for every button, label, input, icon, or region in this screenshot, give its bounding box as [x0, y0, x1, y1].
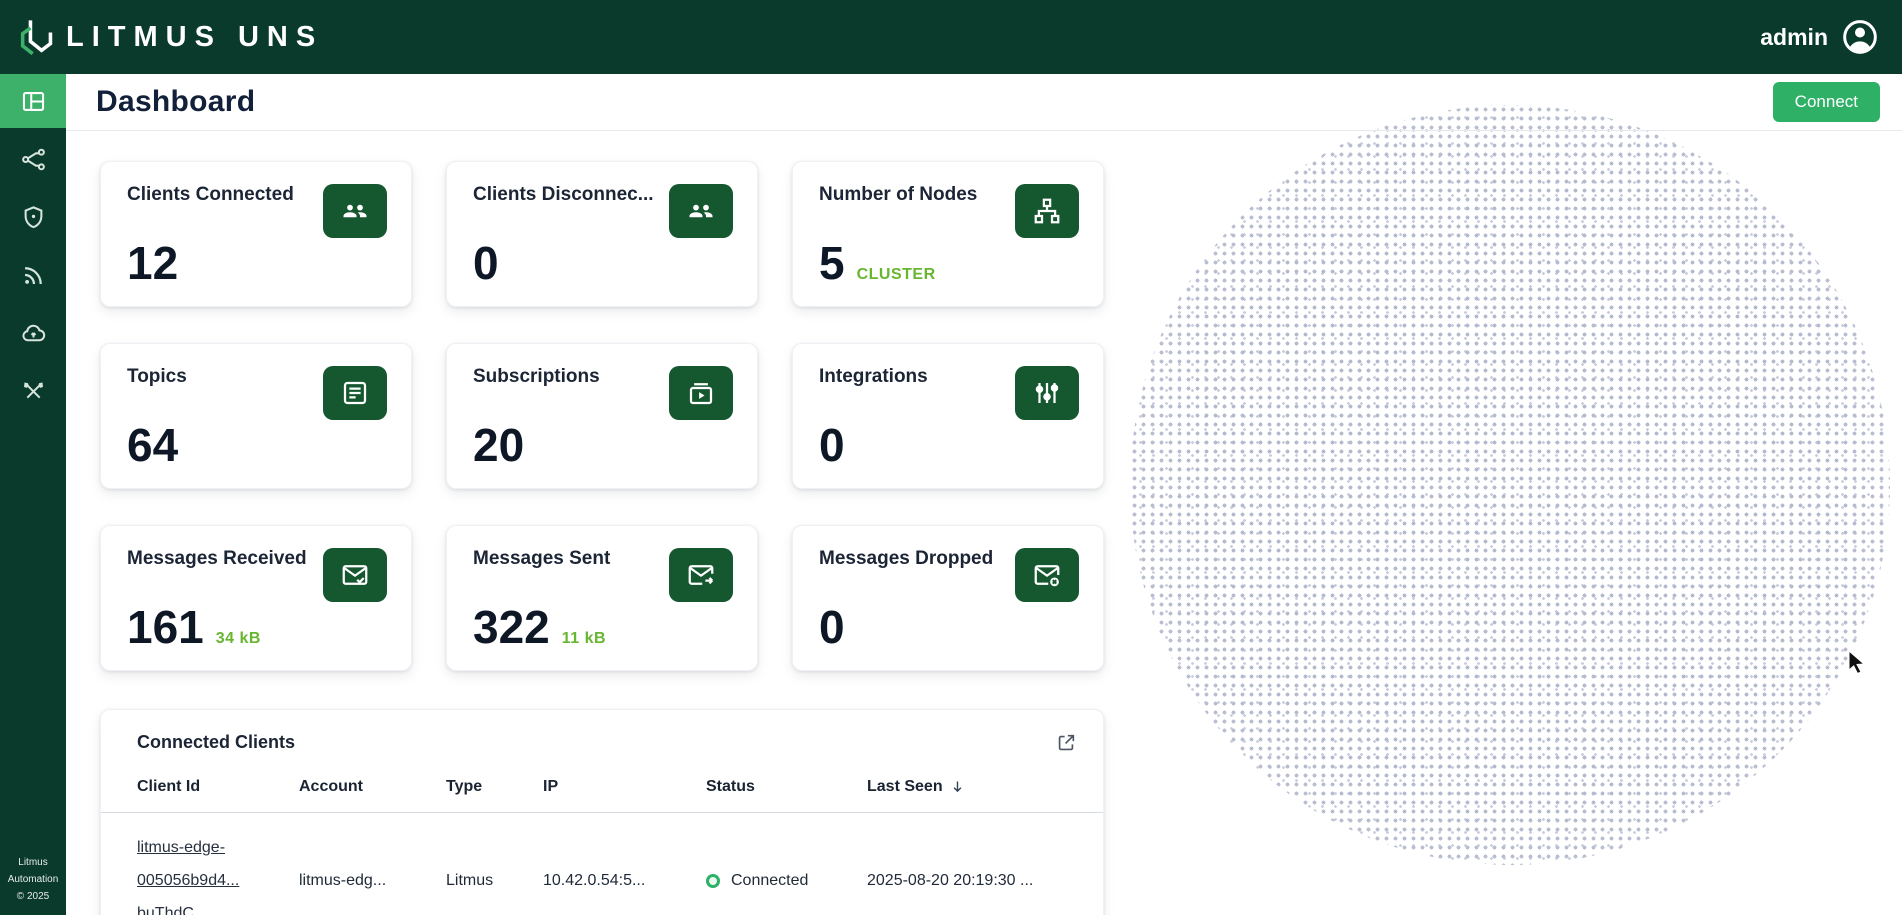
connect-button[interactable]: Connect	[1773, 82, 1880, 122]
cell-account: litmus-edg...	[299, 813, 446, 915]
stat-card-messages-dropped: Messages Dropped 0	[792, 525, 1104, 671]
sidebar-item-dashboard[interactable]	[0, 74, 66, 128]
card-value: 0	[819, 604, 845, 650]
user-avatar-icon[interactable]	[1840, 17, 1880, 57]
card-title: Subscriptions	[473, 366, 600, 388]
connected-clients-panel: Connected Clients Client Id Account Type…	[100, 709, 1104, 915]
sort-descending-icon[interactable]	[949, 778, 966, 796]
stat-card-clients-connected: Clients Connected 12	[100, 161, 412, 307]
stat-cards-grid: Clients Connected 12 Clients Disconnec..…	[100, 161, 1104, 671]
shield-icon	[20, 204, 47, 231]
card-badge: 34 kB	[216, 630, 261, 648]
col-header-type[interactable]: Type	[446, 766, 543, 813]
card-title: Integrations	[819, 366, 928, 388]
stat-card-messages-sent: Messages Sent 322 11 kB	[446, 525, 758, 671]
mail-dropped-icon	[1015, 548, 1079, 602]
col-header-client-id[interactable]: Client Id	[101, 766, 299, 813]
brand-title: LITMUS UNS	[66, 21, 323, 54]
card-badge: 11 kB	[562, 630, 606, 648]
status-connected-icon	[706, 874, 720, 888]
card-value: 64	[127, 422, 178, 468]
rss-icon	[20, 262, 47, 289]
card-title: Clients Disconnec...	[473, 184, 654, 206]
col-header-ip[interactable]: IP	[543, 766, 706, 813]
sidebar-item-tools[interactable]	[0, 364, 66, 418]
stat-card-subscriptions: Subscriptions 20	[446, 343, 758, 489]
card-badge: CLUSTER	[857, 266, 936, 284]
titlebar: Dashboard Connect	[66, 74, 1902, 131]
col-header-label: Last Seen	[867, 778, 943, 796]
sidebar-item-cloud[interactable]	[0, 306, 66, 360]
sidebar-item-flows[interactable]	[0, 132, 66, 186]
footer-line: Litmus	[8, 854, 59, 871]
cell-ip: 10.42.0.54:5...	[543, 813, 706, 915]
groups-icon	[323, 184, 387, 238]
card-title: Clients Connected	[127, 184, 294, 206]
card-title: Messages Sent	[473, 548, 610, 570]
app-header: LITMUS UNS admin	[0, 0, 1902, 74]
stat-card-integrations: Integrations 0	[792, 343, 1104, 489]
footer-line: © 2025	[8, 888, 59, 905]
mail-received-icon	[323, 548, 387, 602]
page-title: Dashboard	[96, 85, 255, 119]
col-header-status[interactable]: Status	[706, 766, 867, 813]
table-row[interactable]: litmus-edge- 005056b9d4... buThdC litmus…	[101, 813, 1103, 915]
groups-icon	[669, 184, 733, 238]
cell-type: Litmus	[446, 813, 543, 915]
table-header-row: Client Id Account Type IP Status Last Se…	[101, 766, 1103, 813]
tune-icon	[1015, 366, 1079, 420]
user-area[interactable]: admin	[1760, 17, 1880, 57]
card-title: Topics	[127, 366, 190, 388]
stat-card-clients-disconnected: Clients Disconnec... 0	[446, 161, 758, 307]
card-title: Number of Nodes	[819, 184, 977, 206]
card-title: Messages Dropped	[819, 548, 993, 570]
footer-line: Automation	[8, 871, 59, 888]
article-icon	[323, 366, 387, 420]
card-title: Messages Received	[127, 548, 307, 570]
flow-icon	[20, 146, 47, 173]
col-header-last-seen[interactable]: Last Seen	[867, 766, 1103, 813]
card-value: 0	[819, 422, 845, 468]
brand[interactable]: LITMUS UNS	[16, 17, 323, 57]
stat-card-number-of-nodes: Number of Nodes 5 CLUSTER	[792, 161, 1104, 307]
col-header-account[interactable]: Account	[299, 766, 446, 813]
card-value: 322	[473, 604, 550, 650]
panel-title: Connected Clients	[137, 732, 295, 753]
subscriptions-icon	[669, 366, 733, 420]
user-name: admin	[1760, 24, 1828, 51]
litmus-logo-icon	[16, 17, 56, 57]
stat-card-topics: Topics 64	[100, 343, 412, 489]
stat-card-messages-received: Messages Received 161 34 kB	[100, 525, 412, 671]
mail-sent-icon	[669, 548, 733, 602]
tools-icon	[20, 378, 47, 405]
open-in-new-icon[interactable]	[1055, 732, 1077, 754]
cell-last-seen: 2025-08-20 20:19:30 ...	[867, 813, 1103, 915]
card-value: 161	[127, 604, 204, 650]
card-value: 20	[473, 422, 524, 468]
connected-clients-table: Client Id Account Type IP Status Last Se…	[101, 766, 1103, 915]
dashboard-icon	[20, 88, 47, 115]
client-id-link[interactable]: litmus-edge- 005056b9d4... buThdC	[137, 831, 291, 915]
sidebar-footer: Litmus Automation © 2025	[8, 854, 59, 915]
main-content: Dashboard Connect Clients Connected 12	[66, 74, 1902, 915]
card-value: 0	[473, 240, 499, 286]
status-label: Connected	[731, 872, 808, 890]
cluster-icon	[1015, 184, 1079, 238]
card-value: 5	[819, 240, 845, 286]
cloud-icon	[20, 320, 47, 347]
card-value: 12	[127, 240, 178, 286]
sidebar-item-security[interactable]	[0, 190, 66, 244]
sidebar: Litmus Automation © 2025	[0, 74, 66, 915]
sidebar-item-streams[interactable]	[0, 248, 66, 302]
